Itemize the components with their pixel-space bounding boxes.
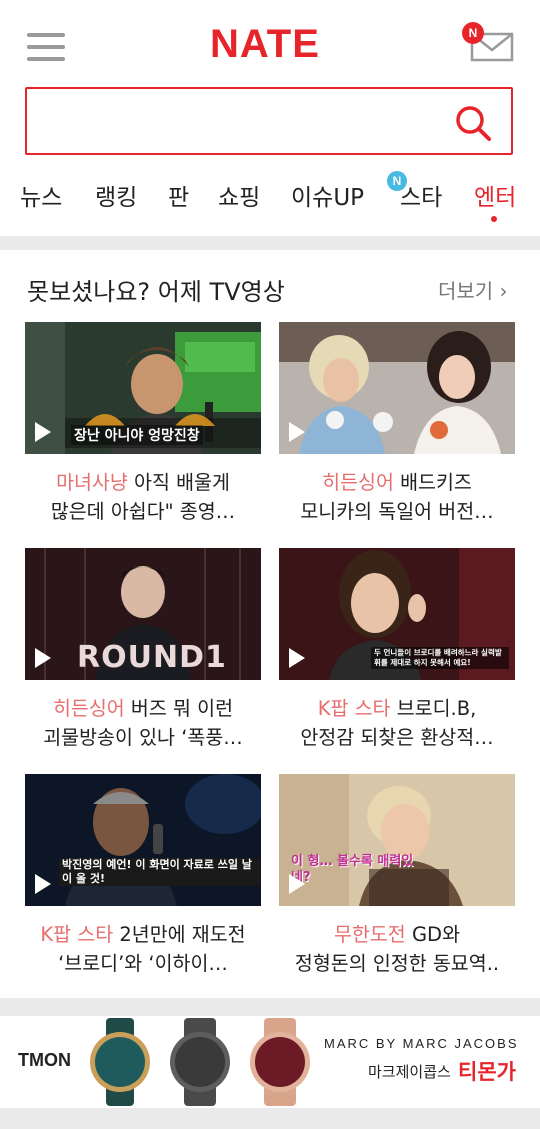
ad-store: 티몬가	[458, 1060, 516, 1084]
thumbnail-image	[279, 322, 515, 454]
caption-line1: 브로디.B,	[390, 697, 477, 720]
video-thumbnail[interactable]: 장난 아니야 엉망진창	[25, 322, 261, 454]
thumbnail-image	[279, 774, 515, 906]
program-tag: 무한도전	[333, 923, 406, 946]
nav-item-ranking[interactable]: 랭킹	[95, 178, 137, 212]
caption-line2: 정형돈의 인정한 동묘역..	[294, 952, 500, 975]
play-icon	[289, 648, 305, 668]
play-icon	[35, 874, 51, 894]
caption-line1: 배드키즈	[393, 471, 472, 494]
menu-icon[interactable]	[27, 33, 65, 61]
caption-line2: 많은데 아쉽다" 종영…	[50, 500, 236, 523]
play-icon	[35, 422, 51, 442]
thumbnail-caption: 이 형… 볼수록 매력있네?	[291, 854, 414, 885]
caption-line2: 괴물방송이 있나 ‘폭풍…	[43, 726, 243, 749]
ad-banner[interactable]: TMON MARC BY MARC JACOBS 마크제이콥스 티몬가	[0, 1016, 540, 1108]
video-thumbnail[interactable]	[279, 322, 515, 454]
watch-image	[90, 1018, 150, 1106]
watch-image	[250, 1018, 310, 1106]
video-card[interactable]: 이 형… 볼수록 매력있네? 무한도전 GD와 정형돈의 인정한 동묘역..	[279, 774, 515, 978]
program-tag: K팝 스타	[40, 923, 114, 946]
divider	[0, 1108, 540, 1129]
category-nav: 뉴스 랭킹 판 쇼핑 이슈UP 스타 엔터	[0, 172, 540, 222]
nav-item-pan[interactable]: 판	[168, 178, 189, 212]
caption-line1: GD와	[405, 923, 461, 946]
divider	[0, 236, 540, 250]
more-link[interactable]: 더보기 ›	[438, 275, 508, 304]
program-tag: 마녀사냥	[56, 471, 128, 494]
video-card[interactable]: 박진영의 예언! 이 화면이 자료로 쓰일 날이 올 것! K팝 스타 2년만에…	[25, 774, 261, 978]
caption-line2: ‘브로디’와 ‘이하이…	[58, 952, 228, 975]
video-card[interactable]: ROUND1 히든싱어 버즈 뭐 이런 괴물방송이 있나 ‘폭풍…	[25, 548, 261, 752]
caption-line1: 버즈 뭐 이런	[124, 697, 234, 720]
ad-brand: MARC BY MARC JACOBS	[324, 1036, 519, 1051]
video-thumbnail[interactable]: 박진영의 예언! 이 화면이 자료로 쓰일 날이 올 것!	[25, 774, 261, 906]
divider	[0, 998, 540, 1016]
thumbnail-caption: 박진영의 예언! 이 화면이 자료로 쓰일 날이 올 것!	[59, 858, 260, 886]
video-caption: 마녀사냥 아직 배울게 많은데 아쉽다" 종영…	[25, 468, 261, 526]
video-caption: K팝 스타 브로디.B, 안정감 되찾은 환상적…	[279, 694, 515, 752]
watch-image	[170, 1018, 230, 1106]
app-header: NATE N	[0, 0, 540, 80]
program-tag: 히든싱어	[52, 697, 125, 720]
video-card[interactable]: 두 언니들이 브로디를 배려하느라 실력발휘를 제대로 하지 못해서 예요! K…	[279, 548, 515, 752]
nate-logo[interactable]: NATE	[210, 22, 320, 67]
program-tag: 히든싱어	[322, 471, 394, 494]
nav-item-enter[interactable]: 엔터	[474, 178, 516, 212]
video-thumbnail[interactable]: ROUND1	[25, 548, 261, 680]
video-caption: K팝 스타 2년만에 재도전 ‘브로디’와 ‘이하이…	[25, 920, 261, 978]
video-card[interactable]: 히든싱어 배드키즈 모니카의 독일어 버전…	[279, 322, 515, 526]
caption-line2: 안정감 되찾은 환상적…	[300, 726, 494, 749]
new-badge: N	[387, 171, 407, 191]
search-box	[25, 87, 513, 155]
caption-line1: 아직 배울게	[127, 471, 230, 494]
mail-new-badge: N	[462, 22, 484, 44]
thumbnail-image	[25, 774, 261, 906]
nav-item-shopping[interactable]: 쇼핑	[218, 178, 260, 212]
section-title: 못보셨나요? 어제 TV영상	[27, 278, 285, 306]
tmon-logo: TMON	[18, 1050, 71, 1070]
video-thumbnail[interactable]: 두 언니들이 브로디를 배려하느라 실력발휘를 제대로 하지 못해서 예요!	[279, 548, 515, 680]
video-card[interactable]: 장난 아니야 엉망진창 마녀사냥 아직 배울게 많은데 아쉽다" 종영…	[25, 322, 261, 526]
video-caption: 히든싱어 버즈 뭐 이런 괴물방송이 있나 ‘폭풍…	[25, 694, 261, 752]
thumbnail-caption: ROUND1	[77, 640, 227, 675]
caption-line1: 2년만에 재도전	[113, 923, 246, 946]
thumbnail-caption: 장난 아니야 엉망진창	[71, 425, 203, 445]
search-input[interactable]	[35, 97, 449, 147]
ad-label: 마크제이콥스	[368, 1063, 451, 1081]
active-indicator	[491, 216, 497, 222]
thumbnail-caption: 두 언니들이 브로디를 배려하느라 실력발휘를 제대로 하지 못해서 예요!	[371, 647, 509, 669]
nav-item-issueup[interactable]: 이슈UP	[291, 178, 364, 212]
play-icon	[35, 648, 51, 668]
nav-item-news[interactable]: 뉴스	[20, 178, 62, 212]
caption-line2: 모니카의 독일어 버전…	[300, 500, 494, 523]
play-icon	[289, 422, 305, 442]
video-thumbnail[interactable]: 이 형… 볼수록 매력있네?	[279, 774, 515, 906]
program-tag: K팝 스타	[317, 697, 391, 720]
search-icon[interactable]	[453, 103, 493, 143]
play-icon	[289, 874, 305, 894]
video-caption: 무한도전 GD와 정형돈의 인정한 동묘역..	[279, 920, 515, 978]
video-caption: 히든싱어 배드키즈 모니카의 독일어 버전…	[279, 468, 515, 526]
